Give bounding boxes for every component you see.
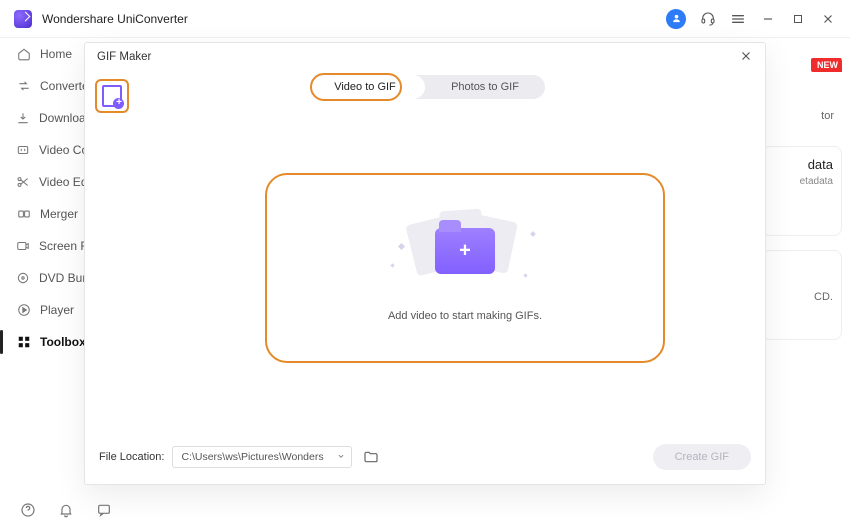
recorder-icon [16, 239, 30, 254]
chevron-down-icon [336, 451, 346, 461]
folder-icon: + [435, 228, 495, 274]
sidebar-item-label: Home [40, 47, 72, 61]
gif-maker-dialog: GIF Maker Video to GIF Photos to GIF + A… [84, 42, 766, 485]
sidebar-item-label: Merger [40, 207, 78, 221]
bgcard-3: CD. [762, 250, 842, 340]
drop-message: Add video to start making GIFs. [388, 310, 542, 322]
bgcard-1-text: tor [821, 110, 834, 122]
bgcard-2-title: data [771, 157, 833, 172]
menu-icon[interactable] [730, 11, 746, 27]
close-icon[interactable] [739, 49, 753, 63]
app-title: Wondershare UniConverter [42, 12, 188, 26]
tab-label: Photos to GIF [451, 81, 519, 93]
account-avatar[interactable] [666, 9, 686, 29]
compressor-icon [16, 143, 30, 158]
help-icon[interactable] [20, 502, 36, 518]
download-icon [16, 111, 30, 126]
maximize-button[interactable] [790, 11, 806, 27]
drop-zone[interactable]: + Add video to start making GIFs. [265, 173, 665, 363]
tab-highlight [310, 73, 402, 101]
new-badge: NEW [811, 58, 842, 72]
bgcard-2: data etadata [762, 146, 842, 236]
create-gif-label: Create GIF [675, 451, 729, 463]
dialog-header: GIF Maker [85, 43, 765, 71]
titlebar: Wondershare UniConverter [0, 0, 850, 38]
sidebar-item-label: Player [40, 303, 74, 317]
dialog-title: GIF Maker [97, 51, 151, 63]
background-cards: NEW tor data etadata CD. [762, 54, 842, 477]
minimize-button[interactable] [760, 11, 776, 27]
file-location-value: C:\Users\ws\Pictures\Wonders [181, 451, 323, 463]
play-icon [16, 303, 31, 318]
tab-photos-to-gif[interactable]: Photos to GIF [425, 75, 545, 99]
bgcard-1: NEW tor [762, 54, 842, 132]
statusbar [0, 493, 112, 527]
add-file-button[interactable] [95, 79, 129, 113]
bell-icon[interactable] [58, 502, 74, 518]
add-file-icon [102, 85, 122, 107]
app-logo [14, 10, 32, 28]
sidebar-item-label: Toolbox [40, 335, 86, 349]
close-button[interactable] [820, 11, 836, 27]
create-gif-button[interactable]: Create GIF [653, 444, 751, 470]
dialog-footer: File Location: C:\Users\ws\Pictures\Wond… [99, 444, 751, 470]
drop-illustration: + [405, 214, 525, 294]
file-location-select[interactable]: C:\Users\ws\Pictures\Wonders [172, 446, 352, 468]
feedback-icon[interactable] [96, 502, 112, 518]
merger-icon [16, 207, 31, 222]
support-icon[interactable] [700, 11, 716, 27]
window-controls [666, 9, 836, 29]
disc-icon [16, 271, 30, 286]
home-icon [16, 47, 31, 62]
bgcard-3-sub: CD. [771, 291, 833, 303]
open-folder-button[interactable] [360, 446, 382, 468]
bgcard-2-sub: etadata [771, 176, 833, 187]
converter-icon [16, 79, 31, 94]
scissors-icon [16, 175, 30, 190]
grid-icon [16, 335, 31, 350]
file-location-label: File Location: [99, 451, 164, 463]
